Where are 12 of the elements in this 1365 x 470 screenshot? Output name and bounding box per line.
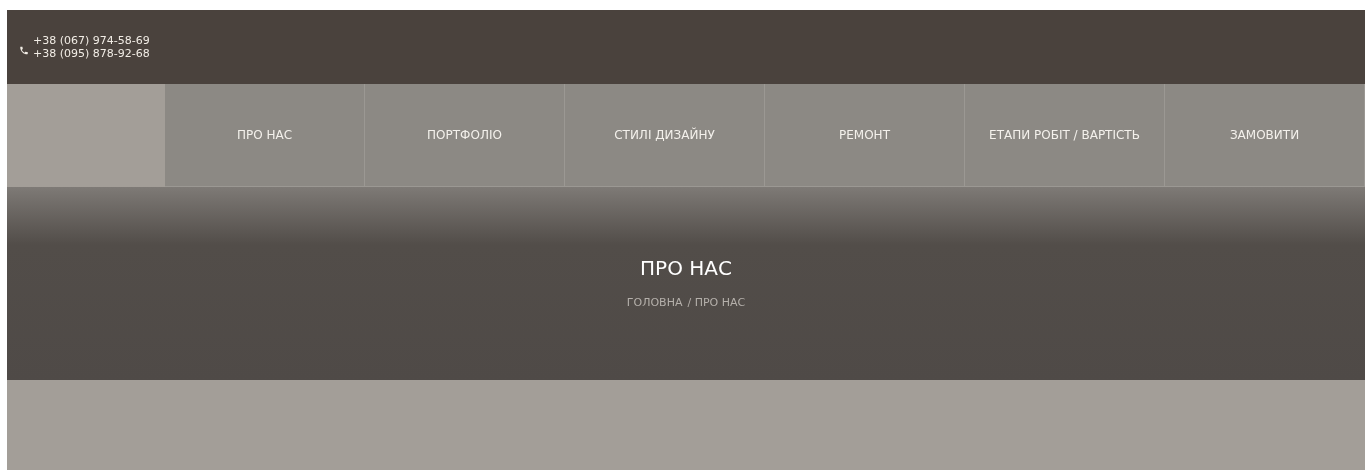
page-title: ПРО НАС xyxy=(640,255,732,282)
nav-link[interactable]: СТИЛІ ДИЗАЙНУ xyxy=(565,84,765,187)
nav-link[interactable]: ЕТАПИ РОБІТ / ВАРТІСТЬ xyxy=(965,84,1165,187)
phone-icon xyxy=(19,44,29,56)
phone-number[interactable]: +38 (067) 974-58-69 xyxy=(33,34,150,47)
nav-link[interactable]: ПОРТФОЛІО xyxy=(365,84,565,187)
nav-link[interactable]: РЕМОНТ xyxy=(765,84,965,187)
breadcrumb: / ПРО НАС xyxy=(687,295,746,311)
nav-link[interactable]: ЗАМОВИТИ xyxy=(1165,84,1365,187)
phone-number[interactable]: +38 (095) 878-92-68 xyxy=(33,47,150,60)
nav-link[interactable]: ПРО НАС xyxy=(165,84,365,187)
breadcrumb[interactable]: ГОЛОВНА xyxy=(626,295,683,312)
